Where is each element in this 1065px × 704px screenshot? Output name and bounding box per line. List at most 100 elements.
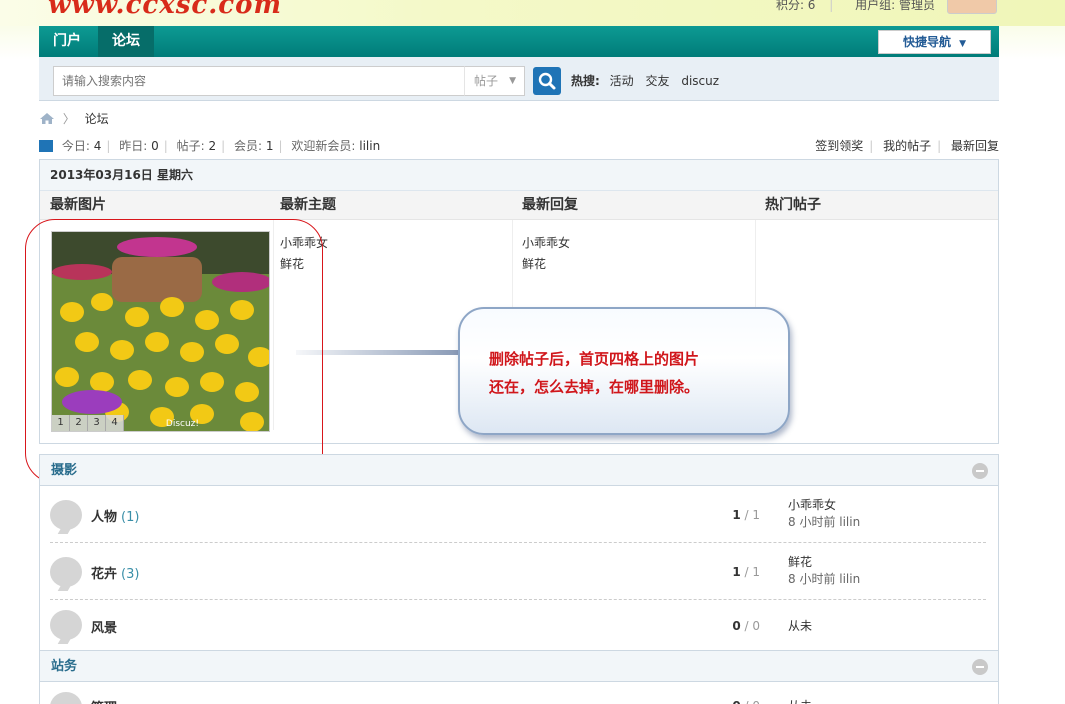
forum-stats: 今日: 4 | 昨日: 0 | 帖子: 2 | 会员: 1 | 欢迎新会员: lilin: [39, 137, 380, 154]
stat-posts-label: 帖子:: [176, 139, 205, 153]
forum-name-link[interactable]: 人物 (1): [91, 506, 139, 525]
annotation-callout: 删除帖子后，首页四格上的图片 还在，怎么去掉，在哪里删除。: [458, 307, 790, 435]
col-latest-topics: 最新主题: [280, 197, 336, 213]
hot-item[interactable]: 活动: [610, 74, 634, 88]
forum-stats: 1 / 1: [732, 508, 760, 522]
bar-chart-icon[interactable]: [39, 140, 53, 152]
search-type-label: 帖子: [474, 74, 499, 88]
site-logo[interactable]: www.ccxsc.com: [48, 0, 282, 20]
search-icon: [538, 72, 556, 90]
section-body-photography: 人物 (1) 1 / 1 小乖乖女 8 小时前 lilin 花卉 (3) 1 / 1…: [39, 486, 999, 651]
stat-yesterday: 0: [151, 139, 159, 153]
link-my-posts[interactable]: 我的帖子: [883, 139, 931, 153]
chevron-down-icon: ▼: [509, 76, 516, 86]
stat-yesterday-label: 昨日:: [119, 139, 148, 153]
callout-text: 删除帖子后，首页四格上的图片 还在，怎么去掉，在哪里删除。: [489, 345, 769, 401]
last-post-title[interactable]: 小乖乖女: [788, 497, 860, 514]
callout-line: 删除帖子后，首页四格上的图片: [489, 350, 700, 368]
speech-bubble-icon: [50, 557, 82, 587]
last-post-time[interactable]: 8 小时前 lilin: [788, 514, 860, 531]
search-button[interactable]: [533, 67, 561, 95]
search-type-select[interactable]: 帖子 ▼: [464, 66, 525, 96]
link-checkin[interactable]: 签到领奖: [815, 139, 863, 153]
forum-last-post: 从未: [788, 618, 812, 635]
last-post-title[interactable]: 鲜花: [788, 554, 860, 571]
stat-today: 4: [93, 139, 102, 153]
breadcrumb-current[interactable]: 论坛: [85, 112, 109, 126]
forum-name[interactable]: 花卉: [91, 567, 117, 582]
divider: |: [937, 139, 942, 153]
forum-name-link[interactable]: 管理: [91, 697, 117, 704]
stat-posts: 2: [208, 139, 217, 153]
points-label[interactable]: 积分: 6: [776, 0, 816, 12]
stat-today-label: 今日:: [61, 139, 90, 153]
quick-nav-button[interactable]: 快捷导航 ▼: [878, 30, 991, 54]
post-count: 0: [752, 699, 760, 704]
forum-row: 人物 (1) 1 / 1 小乖乖女 8 小时前 lilin: [50, 486, 986, 543]
collapse-icon[interactable]: [972, 463, 988, 479]
section-title[interactable]: 站务: [51, 659, 77, 674]
tab-portal[interactable]: 门户: [39, 26, 95, 57]
section-header-photography[interactable]: 摄影: [39, 454, 999, 486]
link-latest-replies[interactable]: 最新回复: [951, 139, 999, 153]
topic-count: 0: [732, 699, 740, 704]
forum-today-count: (3): [121, 567, 140, 582]
last-post-title: 从未: [788, 698, 812, 704]
col-hot-posts: 热门帖子: [765, 197, 821, 213]
user-group-label[interactable]: 用户组: 管理员: [855, 0, 935, 12]
speech-bubble-icon: [50, 610, 82, 640]
section-header-site-affairs[interactable]: 站务: [39, 650, 999, 682]
home-icon[interactable]: [39, 112, 55, 125]
forum-row: 风景 0 / 0 从未: [50, 600, 986, 650]
forum-row: 花卉 (3) 1 / 1 鲜花 8 小时前 lilin: [50, 543, 986, 600]
forum-stats: 0 / 0: [732, 699, 760, 704]
forum-name[interactable]: 人物: [91, 510, 117, 525]
collapse-icon[interactable]: [972, 659, 988, 675]
hot-searches: 热搜: 活动 交友 discuz: [571, 72, 727, 89]
caret-down-icon: ▼: [959, 39, 967, 49]
divider: |: [106, 139, 111, 153]
forum-last-post: 鲜花 8 小时前 lilin: [788, 554, 860, 588]
divider: |: [829, 0, 834, 12]
speech-bubble-icon: [50, 500, 82, 530]
forum-name-link[interactable]: 花卉 (3): [91, 563, 139, 582]
stat-members: 1: [265, 139, 274, 153]
hot-item[interactable]: 交友: [645, 74, 669, 88]
stat-members-label: 会员:: [234, 139, 263, 153]
forum-name-link[interactable]: 风景: [91, 617, 117, 636]
col-latest-images: 最新图片: [50, 197, 106, 213]
divider: |: [221, 139, 226, 153]
divider: |: [163, 139, 168, 153]
search-bar: 帖子 ▼ 热搜: 活动 交友 discuz: [39, 57, 999, 101]
forum-stats: 1 / 1: [732, 565, 760, 579]
tab-forum[interactable]: 论坛: [98, 26, 154, 57]
annotation-circle: [25, 219, 323, 483]
speech-bubble-icon: [50, 692, 82, 704]
col-latest-replies: 最新回复: [522, 197, 578, 213]
post-count: 0: [752, 619, 760, 633]
stat-links: 签到领奖 | 我的帖子 | 最新回复: [815, 137, 999, 154]
section-title[interactable]: 摄影: [51, 463, 77, 478]
forum-today-count: (1): [121, 510, 140, 525]
last-post-time[interactable]: 8 小时前 lilin: [788, 571, 860, 588]
topic-count: 1: [732, 565, 741, 579]
breadcrumb: 〉 论坛: [39, 110, 109, 127]
list-item[interactable]: 鲜花: [522, 254, 570, 275]
search-input[interactable]: [53, 66, 465, 96]
post-count: 1: [752, 508, 760, 522]
topic-count: 0: [732, 619, 741, 633]
avatar[interactable]: [947, 0, 997, 14]
hot-item[interactable]: discuz: [681, 74, 719, 88]
forum-last-post: 小乖乖女 8 小时前 lilin: [788, 497, 860, 531]
post-count: 1: [752, 565, 760, 579]
newest-member-link[interactable]: lilin: [359, 139, 380, 153]
callout-line: 还在，怎么去掉，在哪里删除。: [489, 378, 700, 396]
last-post-title: 从未: [788, 619, 813, 633]
main-nav: 门户 论坛 快捷导航 ▼: [39, 26, 999, 57]
divider: |: [278, 139, 283, 153]
forum-stats: 0 / 0: [732, 619, 760, 633]
user-bar: 积分: 6 | 用户组: 管理员: [768, 0, 935, 13]
forum-name[interactable]: 风景: [91, 621, 117, 636]
list-item[interactable]: 小乖乖女: [522, 233, 570, 254]
grid-date: 2013年03月16日 星期六: [40, 160, 998, 191]
